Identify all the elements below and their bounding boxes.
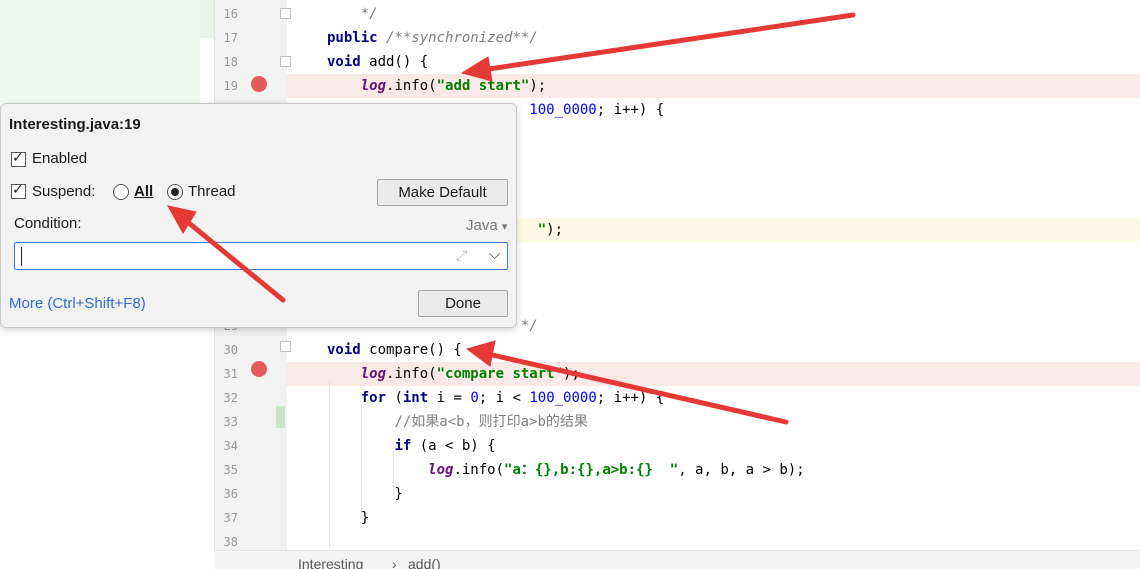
- code-line[interactable]: 37 }: [0, 506, 926, 530]
- language-label: Java: [466, 217, 498, 234]
- line-number[interactable]: 30: [214, 338, 238, 362]
- code-line[interactable]: 16 */: [0, 2, 926, 26]
- code-line[interactable]: 34 if (a < b) {: [0, 434, 926, 458]
- breakpoint-icon[interactable]: [251, 76, 267, 92]
- more-link[interactable]: More (Ctrl+Shift+F8): [9, 295, 146, 312]
- code-line[interactable]: 36 }: [0, 482, 926, 506]
- line-number[interactable]: 19: [214, 74, 238, 98]
- code-line[interactable]: 32 for (int i = 0; i < 100_0000; i++) {: [0, 386, 926, 410]
- code-text[interactable]: log.info("add start");: [327, 74, 546, 98]
- fold-icon[interactable]: [280, 8, 291, 19]
- enabled-label[interactable]: Enabled: [32, 150, 87, 167]
- code-text[interactable]: log.info("compare start");: [327, 362, 580, 386]
- code-text[interactable]: */: [327, 2, 378, 26]
- code-line[interactable]: 19 log.info("add start");: [0, 74, 1140, 98]
- text-caret: [21, 247, 22, 266]
- fold-icon[interactable]: [280, 341, 291, 352]
- code-line[interactable]: 35 log.info("a：{},b:{},a>b:{} ", a, b, a…: [0, 458, 926, 482]
- fold-icon[interactable]: [280, 56, 291, 67]
- indent-guide: [329, 380, 330, 548]
- code-text[interactable]: }: [327, 482, 402, 506]
- enabled-checkbox[interactable]: ✓: [11, 150, 26, 167]
- change-marker: [276, 406, 285, 428]
- condition-label: Condition:: [14, 215, 82, 232]
- code-line[interactable]: 30 void compare() {: [0, 338, 926, 362]
- line-number[interactable]: 35: [214, 458, 238, 482]
- indent-guide: [361, 404, 362, 518]
- breakpoint-icon[interactable]: [251, 361, 267, 377]
- radio-selected-dot: [171, 188, 179, 196]
- line-number[interactable]: 18: [214, 50, 238, 74]
- line-number[interactable]: 33: [214, 410, 238, 434]
- suspend-checkbox[interactable]: ✓: [11, 182, 26, 199]
- code-line[interactable]: 18 void add() {: [0, 50, 926, 74]
- code-text[interactable]: void add() {: [327, 50, 428, 74]
- code-text[interactable]: }: [327, 506, 369, 530]
- language-selector[interactable]: Java ▾: [466, 217, 507, 234]
- code-text[interactable]: public /**synchronized**/: [327, 26, 538, 50]
- checkbox-check-icon: ✓: [12, 150, 24, 166]
- popup-title: Interesting.java:19: [9, 116, 141, 133]
- line-number[interactable]: 36: [214, 482, 238, 506]
- breadcrumb: Interesting › add(): [214, 550, 1140, 569]
- line-number[interactable]: 32: [214, 386, 238, 410]
- indent-guide: [393, 452, 394, 494]
- code-line[interactable]: 33 //如果a<b，则打印a>b的结果: [0, 410, 926, 434]
- code-text[interactable]: //如果a<b，则打印a>b的结果: [327, 410, 587, 434]
- line-number[interactable]: 17: [214, 26, 238, 50]
- line-number[interactable]: 16: [214, 2, 238, 26]
- suspend-label[interactable]: Suspend:: [32, 183, 95, 200]
- radio-all-label[interactable]: All: [134, 183, 153, 200]
- chevron-down-icon[interactable]: ⌵: [489, 245, 500, 263]
- condition-input[interactable]: ⤢ ⌵: [14, 242, 508, 270]
- code-text[interactable]: for (int i = 0; i < 100_0000; i++) {: [327, 386, 665, 410]
- line-number[interactable]: 34: [214, 434, 238, 458]
- breadcrumb-class[interactable]: Interesting: [298, 556, 363, 569]
- code-text[interactable]: log.info("a：{},b:{},a>b:{} ", a, b, a > …: [327, 458, 804, 482]
- done-button[interactable]: Done: [418, 290, 508, 317]
- line-number[interactable]: 37: [214, 506, 238, 530]
- code-line[interactable]: 31 log.info("compare start");: [0, 362, 1140, 386]
- line-number[interactable]: 31: [214, 362, 238, 386]
- code-text[interactable]: if (a < b) {: [327, 434, 495, 458]
- code-text[interactable]: void compare() {: [327, 338, 462, 362]
- checkbox-check-icon: ✓: [12, 182, 24, 198]
- breadcrumb-method[interactable]: add(): [408, 556, 441, 569]
- code-line[interactable]: 17 public /**synchronized**/: [0, 26, 926, 50]
- radio-thread-label[interactable]: Thread: [188, 183, 236, 200]
- radio-thread[interactable]: [167, 184, 183, 200]
- radio-all[interactable]: [113, 184, 129, 200]
- make-default-button[interactable]: Make Default: [377, 179, 508, 206]
- breakpoint-popup: Interesting.java:19 ✓ Enabled ✓ Suspend:…: [0, 103, 517, 328]
- breadcrumb-separator: ›: [392, 556, 397, 569]
- dropdown-arrow-icon: ▾: [501, 221, 508, 233]
- expand-icon[interactable]: ⤢: [456, 248, 467, 264]
